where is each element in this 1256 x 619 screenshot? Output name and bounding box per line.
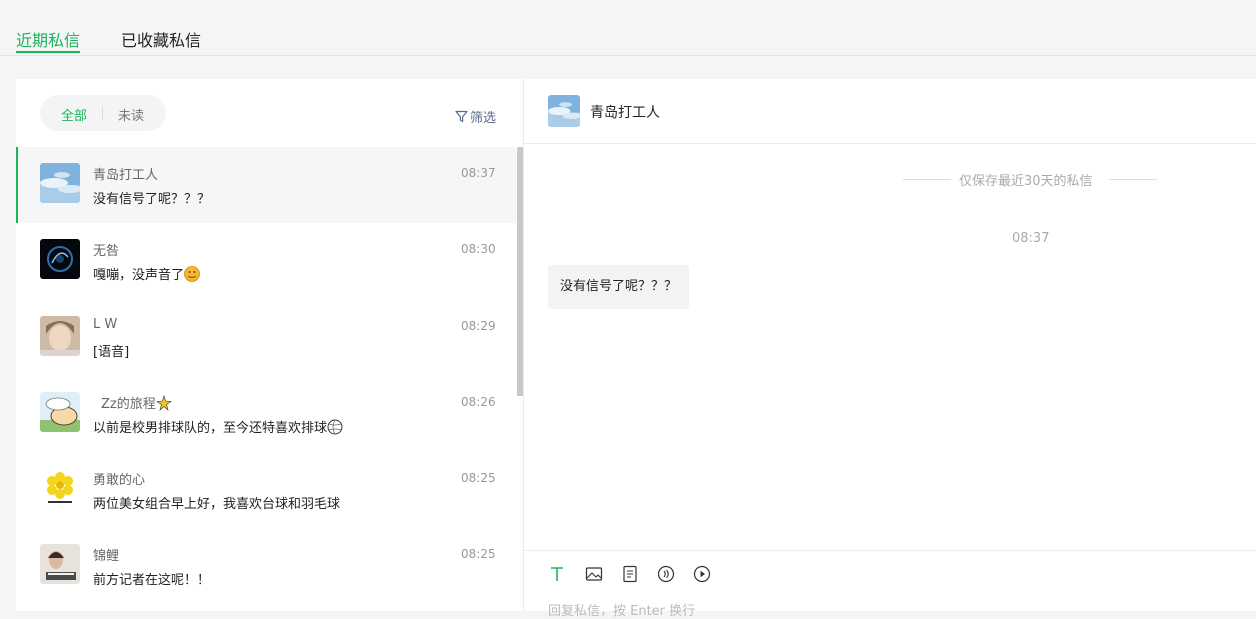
filter-divider xyxy=(102,107,103,119)
avatar[interactable] xyxy=(548,95,580,127)
conversation-item[interactable]: 青岛打工人 08:37 没有信号了呢？？？ xyxy=(16,147,516,223)
message-time: 08:37 xyxy=(461,166,496,180)
message-bubble: 没有信号了呢？？？ xyxy=(548,265,690,309)
chat-panel: 青岛打工人 仅保存最近30天的私信 08:37 没有信号了呢？？？ 回复私信，按… xyxy=(524,79,1256,619)
document-icon[interactable] xyxy=(621,565,639,583)
conversation-scrollbar[interactable] xyxy=(517,147,523,396)
filter-unread-option[interactable]: 未读 xyxy=(118,105,144,124)
contact-name: 勇敢的心 xyxy=(93,473,146,488)
retention-notice: 仅保存最近30天的私信 xyxy=(959,174,1093,189)
message-preview: [语音] xyxy=(93,345,130,360)
message-time: 08:30 xyxy=(461,242,496,256)
avatar xyxy=(40,163,80,203)
conversation-panel: 全部 未读 筛选 青岛打工人 08:37 没有信号了呢？？？ 无咎 08:30 … xyxy=(16,79,524,611)
image-icon[interactable] xyxy=(585,565,603,583)
avatar xyxy=(40,239,80,279)
message-composer: 回复私信，按 Enter 换行 xyxy=(524,550,1256,619)
message-preview-text: 以前是校男排球队的，至今还特喜欢排球 xyxy=(93,421,328,436)
read-filter-toggle: 全部 未读 xyxy=(40,95,166,131)
contact-name: 青岛打工人 xyxy=(93,168,159,183)
contact-name: Zz的旅程 xyxy=(93,393,172,412)
conversation-item[interactable]: Zz的旅程 08:26 以前是校男排球队的，至今还特喜欢排球 xyxy=(16,376,516,452)
notice-divider-left xyxy=(903,179,951,180)
conversation-item[interactable]: 锦鲤 08:25 前方记者在这呢！！ xyxy=(16,528,516,604)
reply-input[interactable]: 回复私信，按 Enter 换行 xyxy=(548,600,695,619)
contact-name: 无咎 xyxy=(93,244,120,259)
avatar xyxy=(40,392,80,432)
screen-filter-button[interactable]: 筛选 xyxy=(455,107,496,126)
conversation-item[interactable]: 无咎 08:30 嘎嘣，没声音了 xyxy=(16,223,516,299)
filter-all-option[interactable]: 全部 xyxy=(61,105,87,124)
chat-header: 青岛打工人 xyxy=(524,79,1256,144)
avatar xyxy=(40,316,80,356)
contact-name-text: Zz的旅程 xyxy=(101,397,156,412)
sparkle-emoji-icon xyxy=(155,395,172,411)
message-preview-text: 嘎嘣，没声音了 xyxy=(93,268,185,283)
text-format-icon[interactable] xyxy=(548,565,566,583)
conversation-item[interactable]: L W 08:29 [语音] xyxy=(16,300,516,376)
avatar xyxy=(40,468,80,508)
active-tab-indicator xyxy=(16,51,80,53)
funnel-icon xyxy=(455,110,468,123)
volleyball-emoji-icon xyxy=(327,419,343,435)
tab-favorite-messages[interactable]: 已收藏私信 xyxy=(121,27,201,51)
tab-recent-messages[interactable]: 近期私信 xyxy=(16,27,80,51)
chat-title[interactable]: 青岛打工人 xyxy=(590,102,660,122)
notice-divider-right xyxy=(1109,179,1157,180)
message-time: 08:26 xyxy=(461,395,496,409)
screen-filter-label: 筛选 xyxy=(470,111,497,126)
message-preview: 以前是校男排球队的，至今还特喜欢排球 xyxy=(93,417,343,436)
contact-name: L W xyxy=(93,317,118,332)
video-play-icon[interactable] xyxy=(693,565,711,583)
contact-name: 锦鲤 xyxy=(93,549,120,564)
avatar xyxy=(40,544,80,584)
message-preview: 两位美女组合早上好，我喜欢台球和羽毛球 xyxy=(93,497,341,512)
message-time: 08:25 xyxy=(461,547,496,561)
message-preview: 前方记者在这呢！！ xyxy=(93,573,211,588)
message-timestamp: 08:37 xyxy=(1012,231,1050,246)
message-time: 08:29 xyxy=(461,319,496,333)
message-preview: 没有信号了呢？？？ xyxy=(93,192,211,207)
tongue-emoji-icon xyxy=(184,266,200,282)
voice-icon[interactable] xyxy=(657,565,675,583)
conversation-item[interactable]: 勇敢的心 08:25 两位美女组合早上好，我喜欢台球和羽毛球 xyxy=(16,452,516,528)
message-time: 08:25 xyxy=(461,471,496,485)
message-preview: 嘎嘣，没声音了 xyxy=(93,264,200,283)
top-tab-bar: 近期私信 已收藏私信 xyxy=(0,0,1256,56)
